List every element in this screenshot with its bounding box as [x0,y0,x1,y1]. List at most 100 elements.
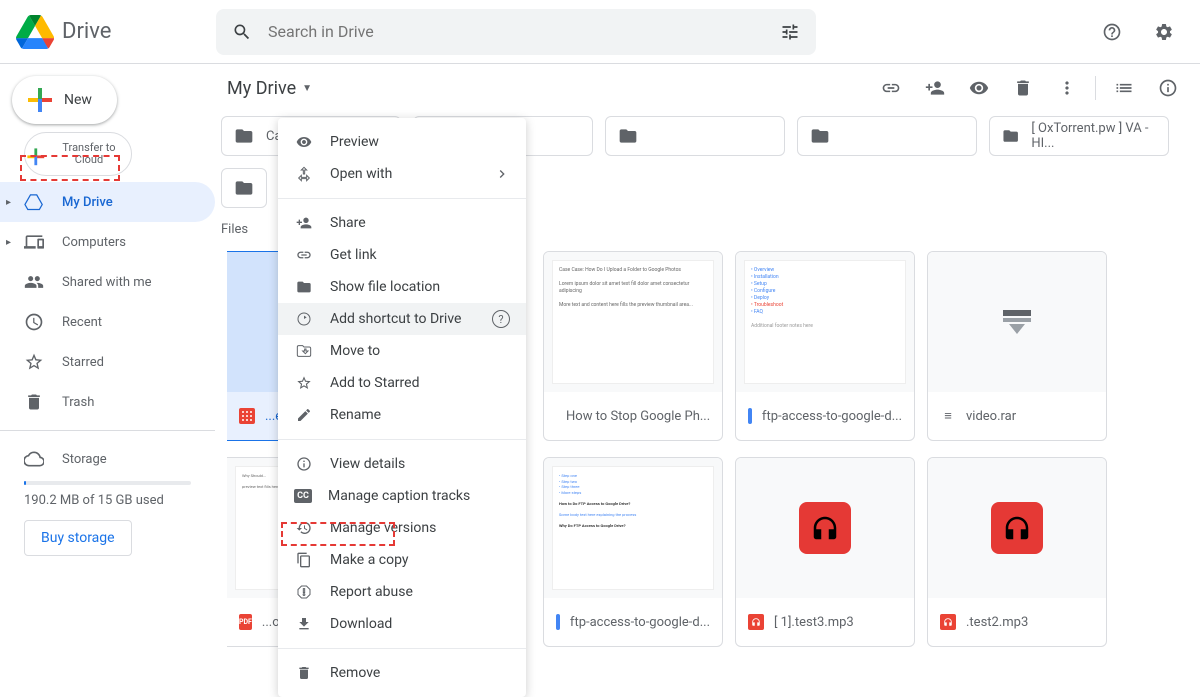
plus-icon [27,148,38,159]
file-card[interactable]: ≡ video.rar [927,251,1107,441]
menu-item-show-location[interactable]: Show file location [278,271,526,303]
details-button[interactable] [1148,68,1188,108]
sidebar-item-computers[interactable]: ▸ Computers [0,222,215,262]
search-bar[interactable] [216,9,816,55]
storage-section: Storage 190.2 MB of 15 GB used Buy stora… [0,430,215,564]
folder-name: [ OxTorrent.pw ] VA - HI... [1031,121,1156,151]
preview-button[interactable] [959,68,999,108]
menu-item-label: Manage caption tracks [328,488,470,504]
menu-item-move-to[interactable]: Move to [278,335,526,367]
trash-icon [294,663,314,683]
menu-item-label: Add to Starred [330,375,419,391]
folder-icon [810,126,830,146]
folder-card[interactable]: [ OxTorrent.pw ] VA - HI... [989,116,1169,156]
menu-item-label: Get link [330,247,377,263]
menu-item-captions[interactable]: CC Manage caption tracks [278,480,526,512]
help-icon[interactable]: ? [492,310,510,328]
menu-item-versions[interactable]: Manage versions [278,512,526,544]
transfer-button[interactable]: Transfer to Cloud [24,132,132,176]
menu-item-add-shortcut[interactable]: Add shortcut to Drive ? [278,303,526,335]
menu-item-view-details[interactable]: View details [278,448,526,480]
trash-icon [24,392,44,412]
storage-label: Storage [62,452,107,467]
folder-icon [1002,126,1019,146]
expand-icon[interactable]: ▸ [6,237,11,248]
pencil-icon [294,405,314,425]
sidebar-item-storage[interactable]: Storage [24,439,191,479]
storage-bar-fill [24,481,26,485]
download-icon [294,614,314,634]
sidebar-item-starred[interactable]: Starred [0,342,215,382]
app-title: Drive [62,19,111,44]
headphones-icon [810,513,840,543]
shortcut-icon [294,309,314,329]
menu-item-add-starred[interactable]: Add to Starred [278,367,526,399]
menu-item-report-abuse[interactable]: Report abuse [278,576,526,608]
gdoc-icon [748,408,752,424]
new-button[interactable]: New [12,76,117,124]
file-thumbnail: • Step one• Step two• Step three• More s… [544,458,722,598]
expand-icon[interactable]: ▸ [6,197,11,208]
delete-button[interactable] [1003,68,1043,108]
info-icon [1158,78,1178,98]
get-link-button[interactable] [871,68,911,108]
menu-item-remove[interactable]: Remove [278,657,526,689]
file-thumbnail [928,458,1106,598]
sidebar-item-shared[interactable]: Shared with me [0,262,215,302]
sidebar-item-label: Trash [62,395,94,410]
sidebar-item-recent[interactable]: Recent [0,302,215,342]
settings-button[interactable] [1144,12,1184,52]
file-card[interactable]: • Step one• Step two• Step three• More s… [543,457,723,647]
menu-item-label: Manage versions [330,520,436,536]
file-footer: ftp-access-to-google-d... [544,598,722,646]
drive-logo-icon [16,13,54,51]
more-button[interactable] [1047,68,1087,108]
file-thumbnail: Case Case: How Do I Upload a Folder to G… [544,252,722,392]
share-button[interactable] [915,68,955,108]
copy-icon [294,550,314,570]
logo-area[interactable]: Drive [16,13,216,51]
menu-item-download[interactable]: Download [278,608,526,640]
sidebar: New Transfer to Cloud ▸ My Drive ▸ Compu… [0,64,215,597]
menu-item-label: Preview [330,134,379,150]
folder-card[interactable] [605,116,785,156]
folder-card[interactable] [797,116,977,156]
gear-icon [1154,22,1174,42]
more-icon [1057,78,1077,98]
trash-icon [1013,78,1033,98]
search-input[interactable] [268,22,764,41]
menu-item-preview[interactable]: Preview [278,126,526,158]
chevron-down-icon: ▼ [302,83,312,94]
file-name: .test2.mp3 [966,615,1028,630]
menu-item-make-copy[interactable]: Make a copy [278,544,526,576]
path-title[interactable]: My Drive ▼ [227,78,312,99]
menu-item-get-link[interactable]: Get link [278,239,526,271]
menu-separator [278,439,526,440]
sidebar-item-my-drive[interactable]: ▸ My Drive [0,182,215,222]
file-card[interactable]: [ 1].test3.mp3 [735,457,915,647]
menu-separator [278,198,526,199]
file-card[interactable]: Case Case: How Do I Upload a Folder to G… [543,251,723,441]
file-name: video.rar [966,409,1016,424]
pdf-icon: PDF [239,614,252,630]
list-view-button[interactable] [1104,68,1144,108]
menu-item-open-with[interactable]: Open with [278,158,526,190]
menu-item-label: Report abuse [330,584,413,600]
menu-item-label: Download [330,616,392,632]
search-options-icon[interactable] [780,22,800,42]
menu-item-share[interactable]: Share [278,207,526,239]
menu-item-rename[interactable]: Rename [278,399,526,431]
selection-toolbar [871,68,1188,108]
eye-icon [969,78,989,98]
toolbar-separator [1095,76,1096,100]
file-card[interactable]: • Overview• Installation• Setup• Configu… [735,251,915,441]
buy-storage-button[interactable]: Buy storage [24,520,132,556]
shared-icon [24,272,44,292]
folder-card[interactable] [221,168,267,208]
file-thumbnail [928,252,1106,392]
help-button[interactable] [1092,12,1132,52]
file-card[interactable]: .test2.mp3 [927,457,1107,647]
sidebar-item-trash[interactable]: Trash [0,382,215,422]
file-footer: [ 1].test3.mp3 [736,598,914,646]
folder-icon [234,178,254,198]
